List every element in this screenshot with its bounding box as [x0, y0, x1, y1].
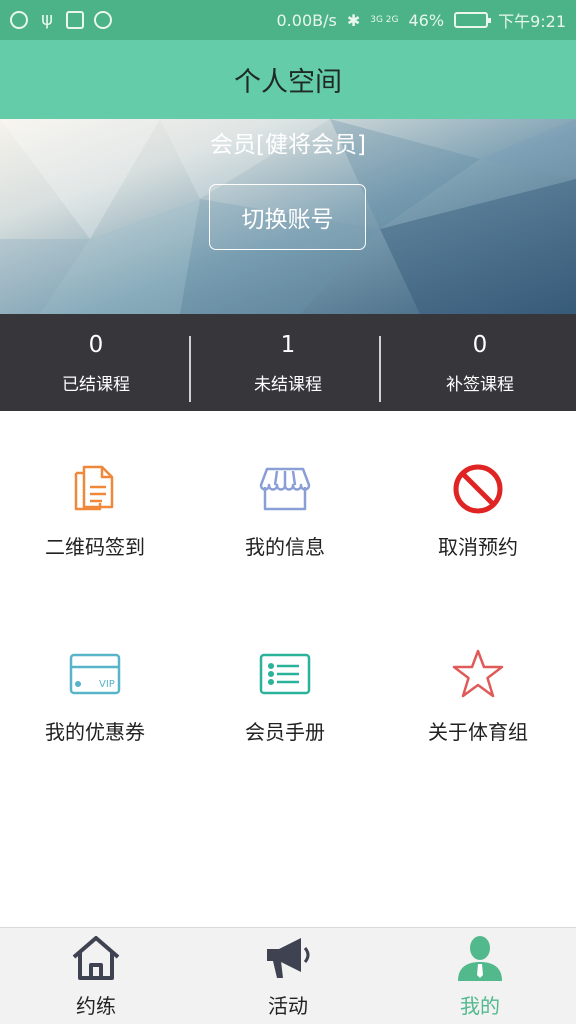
- bluetooth-icon: ✱: [346, 10, 361, 30]
- stats-divider: [189, 336, 191, 402]
- profile-banner: 会员[健将会员] 切换账号: [0, 119, 576, 314]
- stat-value: 1: [280, 332, 296, 358]
- nav-tab-mine[interactable]: 我的: [384, 928, 576, 1024]
- stat-label: 未结课程: [254, 375, 322, 395]
- stat-open-courses[interactable]: 1 未结课程: [192, 314, 384, 411]
- list-icon: [255, 644, 315, 704]
- nav-tab-practice[interactable]: 约练: [0, 928, 192, 1024]
- stats-divider: [379, 336, 381, 402]
- menu-item-about-sports-group[interactable]: 关于体育组: [380, 596, 576, 781]
- menu-item-qr-checkin[interactable]: 二维码签到: [0, 411, 190, 596]
- stat-makeup-courses[interactable]: 0 补签课程: [384, 314, 576, 411]
- menu-item-cancel-booking[interactable]: 取消预约: [380, 411, 576, 596]
- megaphone-icon: [262, 932, 314, 984]
- documents-icon: [65, 459, 125, 519]
- switch-account-button[interactable]: 切换账号: [209, 184, 366, 250]
- stat-value: 0: [88, 332, 104, 358]
- menu-label: 取消预约: [438, 535, 518, 559]
- nav-label: 活动: [268, 994, 308, 1018]
- menu-item-my-coupons[interactable]: VIP 我的优惠券: [0, 596, 190, 781]
- menu-item-member-handbook[interactable]: 会员手册: [190, 596, 380, 781]
- menu-label: 会员手册: [245, 720, 325, 744]
- nav-label: 约练: [76, 994, 116, 1018]
- home-icon: [70, 932, 122, 984]
- menu-label: 关于体育组: [428, 720, 528, 744]
- course-stats-bar: 0 已结课程 1 未结课程 0 补签课程: [0, 314, 576, 411]
- battery-percent: 46%: [408, 10, 445, 30]
- member-level-label: 会员[健将会员]: [210, 132, 366, 158]
- stat-completed-courses[interactable]: 0 已结课程: [0, 314, 192, 411]
- network-speed: 0.00B/s: [276, 10, 337, 30]
- star-icon: [448, 644, 508, 704]
- status-bar: ψ 0.00B/s ✱ 3G 2G 46% 下午9:21: [0, 0, 576, 40]
- message-icon: [94, 11, 112, 29]
- stat-label: 补签课程: [446, 375, 514, 395]
- svg-text:VIP: VIP: [99, 679, 115, 690]
- menu-label: 我的优惠券: [45, 720, 145, 744]
- menu-item-my-info[interactable]: 我的信息: [190, 411, 380, 596]
- usb-icon: ψ: [41, 9, 53, 30]
- bottom-nav: 约练 活动 我的: [0, 927, 576, 1024]
- nav-label: 我的: [460, 994, 500, 1018]
- title-bar: 个人空间: [0, 40, 576, 119]
- page-title: 个人空间: [234, 67, 342, 98]
- store-icon: [255, 459, 315, 519]
- screenshot-icon: [66, 11, 84, 29]
- stat-value: 0: [472, 332, 488, 358]
- signal-icon: 3G 2G: [370, 14, 399, 25]
- chat-notification-icon: [10, 11, 28, 29]
- stat-label: 已结课程: [62, 375, 130, 395]
- profile-icon: [454, 932, 506, 984]
- nav-tab-activities[interactable]: 活动: [192, 928, 384, 1024]
- menu-label: 二维码签到: [45, 535, 145, 559]
- vip-card-icon: VIP: [65, 644, 125, 704]
- prohibited-icon: [448, 459, 508, 519]
- battery-icon: [454, 12, 492, 28]
- clock: 下午9:21: [498, 12, 566, 31]
- feature-grid: 二维码签到 我的信息 取消预约 VIP 我的优惠券 会员手册 关于体育组: [0, 411, 576, 781]
- menu-label: 我的信息: [245, 535, 325, 559]
